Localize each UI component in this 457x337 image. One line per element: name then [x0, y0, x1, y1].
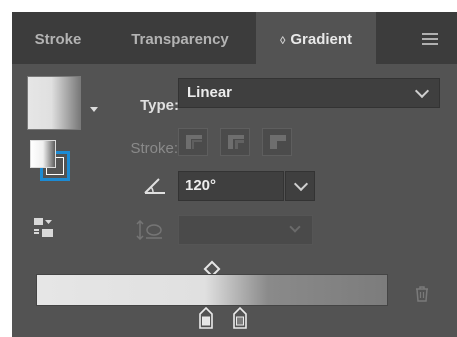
expand-collapse-icon[interactable]: ◊: [280, 35, 285, 47]
aspect-ratio-icon: [136, 220, 162, 240]
chevron-down-icon: [293, 176, 309, 192]
chevron-down-icon[interactable]: [90, 107, 98, 112]
type-value: Linear: [187, 84, 233, 101]
angle-input[interactable]: 120°: [178, 171, 284, 201]
aspect-ratio-input[interactable]: [178, 215, 313, 245]
angle-icon: [144, 178, 165, 194]
fill-swatch[interactable]: [30, 140, 56, 168]
tab-gradient-label: Gradient: [290, 31, 353, 48]
tab-stroke[interactable]: Stroke: [12, 12, 104, 64]
trash-icon[interactable]: [415, 286, 429, 302]
stroke-along-button[interactable]: [220, 128, 250, 156]
reverse-gradient-icon[interactable]: [34, 218, 54, 238]
gradient-stop-right[interactable]: [233, 307, 247, 329]
gradient-panel: Stroke Transparency ◊ Gradient Type: Line…: [12, 12, 457, 337]
type-select[interactable]: Linear: [178, 78, 440, 108]
tab-transparency-label: Transparency: [131, 31, 229, 48]
tab-bar: Stroke Transparency ◊ Gradient: [12, 12, 457, 64]
chevron-down-icon: [414, 83, 430, 99]
tab-transparency[interactable]: Transparency: [104, 12, 256, 64]
stroke-across-icon: [270, 135, 286, 149]
stroke-along-icon: [228, 135, 244, 149]
gradient-stop-left[interactable]: [199, 307, 213, 329]
gradient-preview-swatch[interactable]: [27, 76, 81, 130]
fill-stroke-icon[interactable]: [30, 140, 72, 182]
tab-stroke-label: Stroke: [34, 31, 82, 48]
angle-dropdown-button[interactable]: [285, 171, 315, 201]
stroke-within-icon: [186, 135, 202, 149]
gradient-slider[interactable]: [36, 274, 388, 306]
chevron-down-icon: [289, 221, 301, 233]
type-label: Type:: [140, 97, 179, 114]
stroke-within-button[interactable]: [178, 128, 208, 156]
tab-gradient[interactable]: ◊ Gradient: [256, 12, 376, 64]
hamburger-menu-icon[interactable]: [422, 33, 438, 45]
stroke-across-button[interactable]: [262, 128, 292, 156]
stroke-label: Stroke:: [130, 140, 178, 157]
